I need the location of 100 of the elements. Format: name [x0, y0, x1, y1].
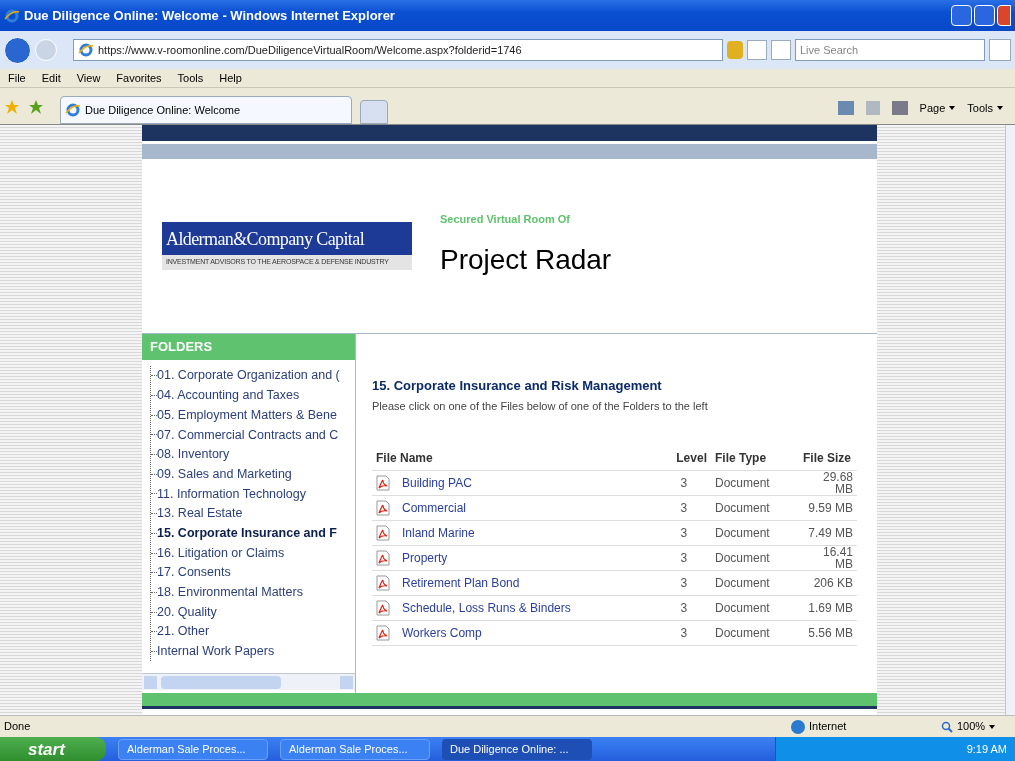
column-header: File Type — [710, 446, 799, 471]
table-cell: 3 — [656, 520, 711, 546]
search-field[interactable]: Live Search — [795, 39, 985, 61]
pdf-icon — [376, 500, 390, 516]
page-subtitle: Secured Virtual Room Of — [440, 211, 571, 227]
globe-icon — [791, 719, 805, 734]
menu-item[interactable]: Help — [219, 69, 242, 87]
file-link[interactable]: Retirement Plan Bond — [402, 574, 520, 592]
column-header: File Size — [799, 446, 857, 471]
toolbar-menu-button[interactable]: Page — [919, 99, 956, 116]
table-cell: 9.59 MB — [799, 495, 857, 521]
browser-tab[interactable]: Due Diligence Online: Welcome — [60, 96, 352, 124]
file-link[interactable]: Property — [402, 549, 448, 567]
folder-link[interactable]: Internal Work Papers — [157, 642, 275, 661]
table-cell: 3 — [656, 470, 711, 496]
taskbar-button[interactable]: Alderman Sale Proces... — [118, 738, 268, 760]
table-cell: 3 — [656, 545, 711, 571]
window-title: Due Diligence Online: Welcome - Windows Internet Explorer — [24, 6, 395, 25]
zoom-icon — [941, 720, 953, 733]
table-cell: Document — [710, 570, 799, 596]
table-cell: 206 KB — [799, 570, 857, 596]
table-cell: 3 — [656, 595, 711, 621]
folder-link[interactable]: 16. Litigation or Claims — [157, 543, 285, 563]
minimize-button[interactable] — [951, 5, 972, 26]
security-zone: Internet — [809, 719, 847, 735]
clock: 9:19 AM — [966, 741, 1007, 757]
menu-item[interactable]: File — [8, 69, 26, 87]
folder-link[interactable]: 01. Corporate Organization and ( — [157, 366, 340, 386]
toolbar-menu-button[interactable]: Tools — [967, 99, 1003, 116]
restore-button[interactable] — [974, 5, 995, 26]
folder-link[interactable]: 18. Environmental Matters — [157, 583, 303, 602]
table-cell: Document — [710, 595, 799, 621]
folder-link[interactable]: 17. Consents — [157, 563, 231, 583]
table-cell: Document — [710, 495, 799, 521]
menu-item[interactable]: View — [76, 69, 101, 87]
table-cell: Document — [710, 470, 799, 496]
caret-icon — [989, 724, 996, 729]
browser-icon — [65, 102, 81, 118]
table-cell: 16.41 MB — [799, 545, 857, 571]
folder-link[interactable]: 09. Sales and Marketing — [157, 464, 292, 484]
pdf-icon — [376, 625, 390, 641]
file-link[interactable]: Building PAC — [402, 474, 472, 492]
refresh-button[interactable] — [747, 40, 767, 60]
table-cell: Document — [710, 520, 799, 546]
file-link[interactable]: Commercial — [402, 499, 466, 517]
browser-icon — [4, 7, 20, 24]
zoom-button[interactable]: 100% — [941, 718, 1011, 735]
folder-link[interactable]: 20. Quality — [157, 602, 217, 622]
folders-header: FOLDERS — [142, 334, 355, 360]
vertical-scrollbar[interactable] — [1005, 125, 1015, 715]
folder-link[interactable]: 13. Real Estate — [157, 504, 243, 524]
folder-link[interactable]: 05. Employment Matters & Bene — [157, 405, 337, 425]
folder-link[interactable]: 11. Information Technology — [157, 484, 306, 504]
taskbar-button[interactable]: Alderman Sale Proces... — [280, 738, 430, 760]
pdf-icon — [376, 600, 390, 616]
menu-item[interactable]: Favorites — [116, 69, 162, 87]
forward-button[interactable] — [35, 39, 57, 61]
close-button[interactable] — [997, 5, 1011, 26]
table-cell: Document — [710, 620, 799, 646]
folder-link[interactable]: 15. Corporate Insurance and F — [157, 523, 337, 543]
folder-link[interactable]: 21. Other — [157, 622, 210, 642]
table-cell: 7.49 MB — [799, 520, 857, 546]
horizontal-scrollbar[interactable] — [142, 673, 355, 690]
url-text: https://www.v-roomonline.com/DueDiligenceVirtualRoom/Welcome.aspx?folderid=1746 — [98, 42, 522, 58]
taskbar-button[interactable]: Due Diligence Online: ... — [442, 738, 592, 760]
file-link[interactable]: Inland Marine — [402, 524, 475, 542]
favorites-star-icon[interactable] — [4, 99, 20, 115]
status-text: Done — [4, 719, 31, 735]
table-cell: 1.69 MB — [799, 595, 857, 621]
table-cell: 29.68 MB — [799, 470, 857, 496]
pdf-icon — [376, 475, 390, 491]
page-title: Project Radar — [440, 243, 612, 278]
stop-button[interactable] — [771, 40, 791, 60]
pdf-icon — [376, 550, 390, 566]
folder-title: 15. Corporate Insurance and Risk Management — [372, 377, 663, 395]
browser-icon — [78, 42, 94, 58]
new-tab-button[interactable] — [360, 100, 388, 124]
column-header: Level — [656, 446, 711, 471]
pdf-icon — [376, 575, 390, 591]
back-button[interactable] — [4, 36, 31, 64]
search-button[interactable] — [989, 39, 1011, 61]
add-favorite-icon[interactable] — [28, 99, 44, 115]
address-field[interactable]: https://www.v-roomonline.com/DueDiligenceVirtualRoom/Welcome.aspx?folderid=1746 — [73, 39, 723, 61]
table-cell: 3 — [656, 620, 711, 646]
table-cell: 3 — [656, 495, 711, 521]
folder-link[interactable]: 08. Inventory — [157, 445, 230, 464]
caret-icon — [997, 105, 1003, 110]
pdf-icon — [376, 525, 390, 541]
folder-link[interactable]: 07. Commercial Contracts and C — [157, 425, 339, 445]
caret-icon — [949, 105, 956, 110]
file-link[interactable]: Workers Comp — [402, 624, 482, 642]
table-cell: 5.56 MB — [799, 620, 857, 646]
file-link[interactable]: Schedule, Loss Runs & Binders — [402, 599, 571, 617]
menu-item[interactable]: Edit — [41, 69, 61, 87]
column-header: File Name — [372, 446, 657, 471]
table-cell: Document — [710, 545, 799, 571]
instructions-text: Please click on one of the Files below of one of the Folders to the left — [372, 398, 709, 414]
folder-link[interactable]: 04. Accounting and Taxes — [157, 386, 300, 405]
table-cell: 3 — [656, 570, 711, 596]
menu-item[interactable]: Tools — [177, 69, 204, 87]
